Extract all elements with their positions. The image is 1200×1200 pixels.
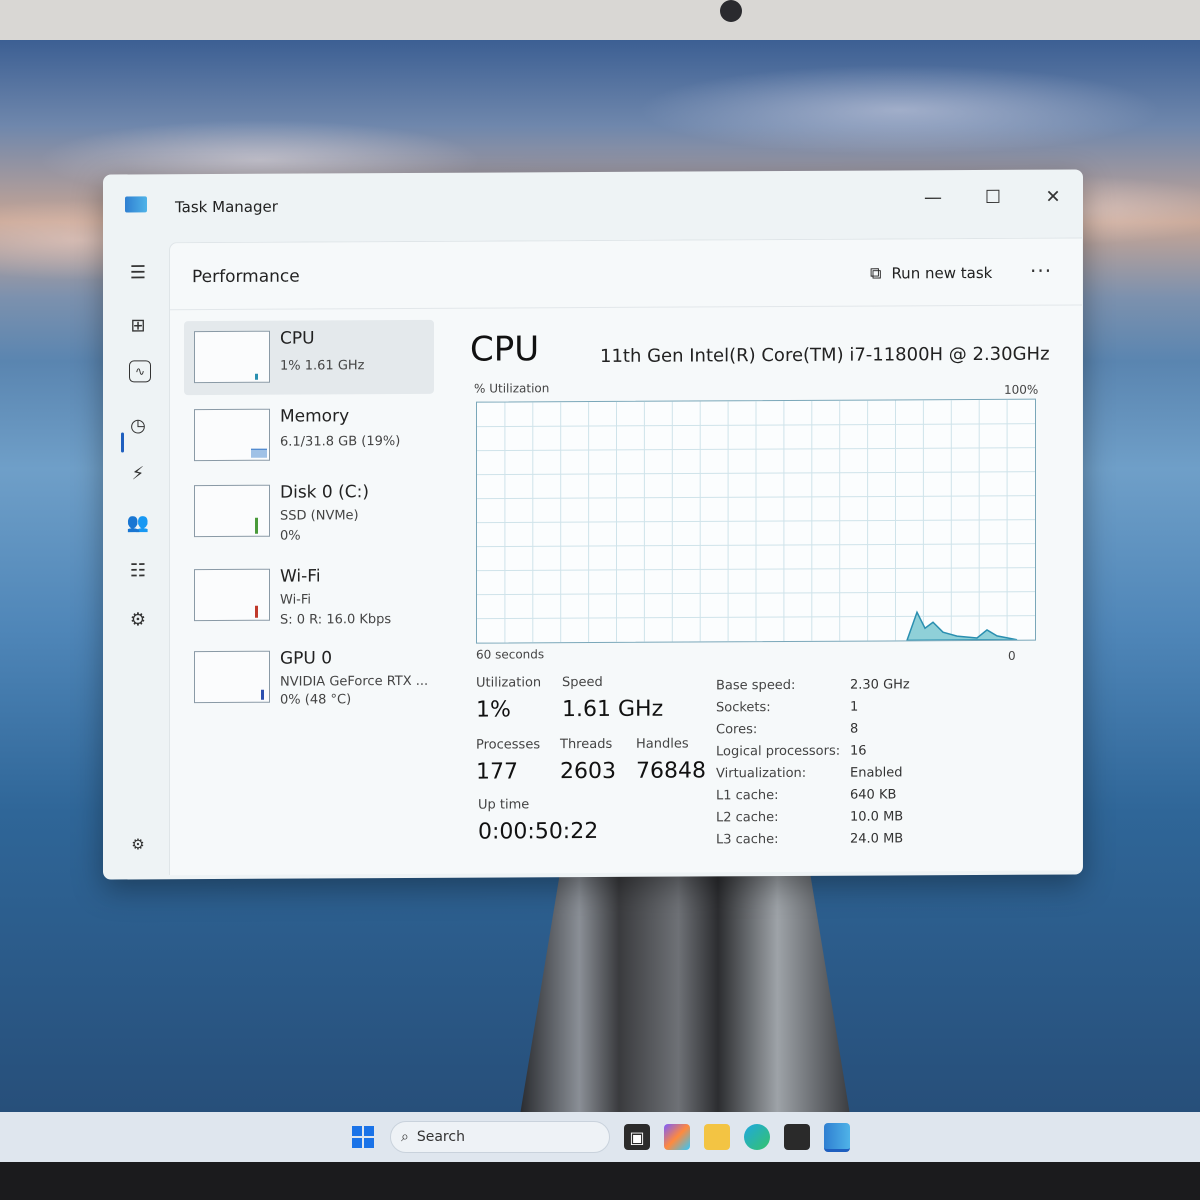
webcam bbox=[720, 0, 742, 22]
handles-label: Handles bbox=[636, 736, 689, 752]
processes-icon[interactable]: ⊞ bbox=[123, 310, 153, 340]
close-button[interactable]: ✕ bbox=[1033, 181, 1073, 211]
spec-label: Base speed: bbox=[716, 677, 796, 694]
disk-thumbnail-graph bbox=[194, 484, 270, 538]
details-icon[interactable]: ☷ bbox=[123, 555, 153, 585]
wifi-thumbnail-graph bbox=[194, 568, 270, 622]
window-title: Task Manager bbox=[175, 197, 278, 217]
processes-label: Processes bbox=[476, 737, 541, 753]
cpu-model: 11th Gen Intel(R) Core(TM) i7-11800H @ 2… bbox=[600, 343, 1050, 367]
device-detail-2: 0% bbox=[280, 528, 301, 544]
graph-time-label: 60 seconds bbox=[476, 647, 545, 662]
device-name: Memory bbox=[280, 406, 350, 427]
task-manager-icon bbox=[125, 196, 147, 213]
windows-logo-icon bbox=[352, 1126, 374, 1148]
graph-min-label: 0 bbox=[1008, 648, 1016, 663]
more-options-button[interactable]: ··· bbox=[1030, 259, 1052, 283]
run-task-icon: ⧉ bbox=[870, 263, 882, 283]
device-detail: 1% 1.61 GHz bbox=[280, 358, 365, 374]
screen-bezel bbox=[0, 0, 1200, 40]
cpu-utilization-graph bbox=[476, 398, 1036, 644]
taskbar-search-box[interactable]: ⌕ Search bbox=[390, 1121, 610, 1153]
spec-value: 1 bbox=[850, 699, 859, 715]
spec-value: 2.30 GHz bbox=[850, 677, 910, 693]
task-view-icon[interactable]: ▣ bbox=[624, 1124, 650, 1150]
maximize-button[interactable]: ☐ bbox=[973, 182, 1013, 212]
spec-value: 16 bbox=[850, 743, 867, 759]
search-icon: ⌕ bbox=[401, 1129, 409, 1145]
graph-label: % Utilization bbox=[474, 381, 550, 396]
device-detail: NVIDIA GeForce RTX ... bbox=[280, 673, 429, 690]
run-new-task-button[interactable]: ⧉ Run new task bbox=[870, 263, 992, 284]
graph-max-label: 100% bbox=[1004, 382, 1039, 397]
minimize-button[interactable]: — bbox=[913, 182, 953, 212]
speed-value: 1.61 GHz bbox=[562, 696, 664, 723]
performance-icon[interactable]: ∿ bbox=[129, 360, 151, 383]
taskbar: ⌕ Search ▣ bbox=[0, 1112, 1200, 1162]
device-name: GPU 0 bbox=[280, 648, 333, 669]
gpu-thumbnail-graph bbox=[194, 650, 270, 704]
cpu-thumbnail-graph bbox=[194, 330, 270, 384]
cpu-graph-svg bbox=[477, 399, 1035, 643]
device-name: Disk 0 (C:) bbox=[280, 482, 370, 503]
edge-browser-icon[interactable] bbox=[744, 1124, 770, 1150]
screen-bezel-bottom bbox=[0, 1162, 1200, 1200]
spec-value: 8 bbox=[850, 721, 859, 737]
device-detail: SSD (NVMe) bbox=[280, 508, 359, 524]
navigation-rail: ☰ ⊞ ∿ ◷ ⚡ 👥 ☷ ⚙ ⚙ bbox=[103, 242, 169, 872]
device-name: CPU bbox=[280, 328, 315, 349]
users-icon[interactable]: 👥 bbox=[123, 507, 153, 537]
threads-label: Threads bbox=[560, 736, 613, 753]
memory-thumbnail-graph bbox=[194, 408, 270, 462]
device-item-gpu[interactable]: GPU 0 NVIDIA GeForce RTX ... 0% (48 °C) bbox=[184, 640, 434, 715]
threads-value: 2603 bbox=[560, 758, 616, 785]
run-new-task-label: Run new task bbox=[891, 263, 993, 283]
start-button[interactable] bbox=[350, 1124, 376, 1150]
spec-value: 10.0 MB bbox=[850, 809, 904, 825]
copilot-icon[interactable] bbox=[664, 1124, 690, 1150]
performance-panel: Performance ⧉ Run new task ··· CPU 1% 1.… bbox=[169, 237, 1082, 876]
spec-label: L1 cache: bbox=[716, 788, 779, 804]
uptime-value: 0:00:50:22 bbox=[478, 818, 599, 845]
startup-apps-icon[interactable]: ⚡ bbox=[123, 458, 153, 488]
spec-label: Logical processors: bbox=[716, 743, 841, 760]
search-label: Search bbox=[416, 1129, 465, 1145]
app-history-icon[interactable]: ◷ bbox=[123, 410, 153, 440]
services-icon[interactable]: ⚙ bbox=[123, 604, 153, 634]
spec-label: Virtualization: bbox=[716, 765, 807, 782]
page-title: Performance bbox=[192, 266, 300, 288]
device-item-wifi[interactable]: Wi-Fi Wi-Fi S: 0 R: 16.0 Kbps bbox=[184, 558, 434, 633]
device-item-disk[interactable]: Disk 0 (C:) SSD (NVMe) 0% bbox=[184, 474, 434, 549]
header-divider bbox=[170, 304, 1082, 311]
spec-label: L2 cache: bbox=[716, 810, 779, 826]
speed-label: Speed bbox=[562, 674, 603, 691]
device-detail: 6.1/31.8 GB (19%) bbox=[280, 434, 401, 450]
device-item-memory[interactable]: Memory 6.1/31.8 GB (19%) bbox=[184, 398, 434, 473]
task-manager-taskbar-icon[interactable] bbox=[824, 1122, 850, 1152]
utilization-label: Utilization bbox=[476, 675, 542, 691]
device-name: Wi-Fi bbox=[280, 566, 321, 587]
spec-value: 24.0 MB bbox=[850, 831, 904, 847]
uptime-label: Up time bbox=[478, 797, 530, 813]
spec-value: Enabled bbox=[850, 765, 903, 781]
spec-value: 640 KB bbox=[850, 787, 897, 803]
microsoft-store-icon[interactable] bbox=[784, 1124, 810, 1150]
spec-label: L3 cache: bbox=[716, 832, 779, 848]
title-bar[interactable]: Task Manager — ☐ ✕ bbox=[103, 169, 1083, 242]
device-detail: Wi-Fi bbox=[280, 592, 312, 608]
device-detail-2: S: 0 R: 16.0 Kbps bbox=[280, 612, 392, 628]
file-explorer-icon[interactable] bbox=[704, 1124, 730, 1150]
device-item-cpu[interactable]: CPU 1% 1.61 GHz bbox=[184, 319, 434, 396]
wallpaper-pier bbox=[520, 875, 850, 1115]
hamburger-menu-icon[interactable]: ☰ bbox=[123, 257, 153, 287]
handles-value: 76848 bbox=[636, 758, 706, 784]
utilization-value: 1% bbox=[476, 697, 511, 723]
spec-label: Sockets: bbox=[716, 700, 771, 716]
spec-label: Cores: bbox=[716, 722, 758, 738]
task-manager-window: Task Manager — ☐ ✕ ☰ ⊞ ∿ ◷ ⚡ 👥 ☷ ⚙ ⚙ Per… bbox=[103, 169, 1083, 880]
settings-icon[interactable]: ⚙ bbox=[123, 829, 153, 859]
processes-value: 177 bbox=[476, 759, 518, 785]
cpu-heading: CPU bbox=[470, 329, 540, 370]
device-detail-2: 0% (48 °C) bbox=[280, 692, 352, 708]
